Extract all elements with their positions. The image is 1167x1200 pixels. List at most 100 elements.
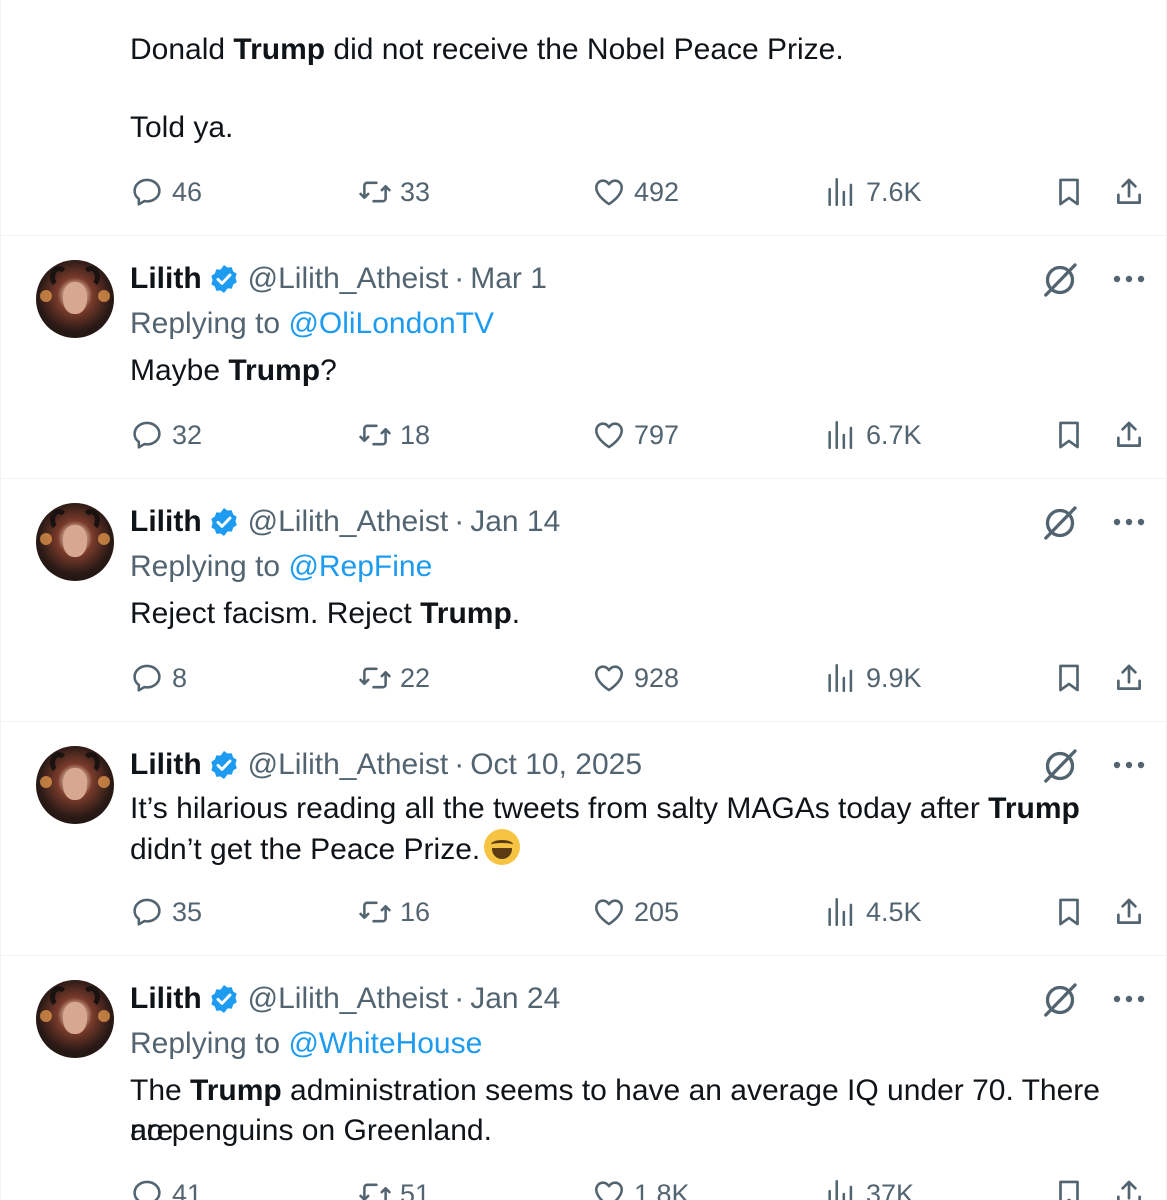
tweet[interactable]: Donald Trump did not receive the Nobel P… (1, 0, 1167, 236)
bookmark-icon (1052, 175, 1086, 209)
views-icon (824, 661, 858, 695)
mention-link[interactable]: @OliLondonTV (288, 307, 494, 340)
reply-icon (130, 661, 164, 695)
grok-icon[interactable] (1040, 980, 1080, 1020)
retweet-icon (358, 1177, 392, 1200)
avatar[interactable] (36, 260, 114, 338)
views-button[interactable]: 7.6K (824, 172, 922, 212)
reply-button[interactable]: 46 (130, 172, 202, 212)
avatar[interactable] (36, 503, 114, 581)
retweet-button[interactable]: 16 (358, 892, 430, 932)
reply-icon (130, 418, 164, 452)
share-button[interactable] (1112, 892, 1154, 932)
views-button[interactable]: 37K (824, 1174, 914, 1200)
bookmark-button[interactable] (1052, 172, 1094, 212)
more-icon[interactable] (1112, 760, 1146, 770)
share-icon (1112, 1177, 1146, 1200)
views-count: 7.6K (866, 176, 922, 207)
retweet-button[interactable]: 51 (358, 1174, 430, 1200)
grok-icon[interactable] (1040, 260, 1080, 300)
like-button[interactable]: 797 (592, 415, 679, 455)
tweet-header: Lilith @Lilith_Atheist · Oct 10, 2025 (130, 747, 642, 783)
tweet[interactable]: Lilith @Lilith_Atheist · Mar 1 Replying … (1, 236, 1167, 479)
views-button[interactable]: 9.9K (824, 658, 922, 698)
reply-icon (130, 1177, 164, 1200)
reply-button[interactable]: 8 (130, 658, 187, 698)
display-name[interactable]: Lilith (130, 262, 202, 296)
more-icon[interactable] (1112, 517, 1146, 527)
grok-icon[interactable] (1040, 503, 1080, 543)
separator: · (454, 982, 465, 1015)
tweet-text: Told ya. (130, 111, 234, 144)
reply-count: 46 (172, 176, 203, 207)
bookmark-button[interactable] (1052, 415, 1094, 455)
verified-badge-icon (208, 983, 240, 1015)
retweet-count: 18 (400, 419, 431, 450)
views-button[interactable]: 6.7K (824, 415, 922, 455)
share-button[interactable] (1112, 172, 1154, 212)
like-button[interactable]: 928 (592, 658, 679, 698)
views-button[interactable]: 4.5K (824, 892, 922, 932)
tweet-date[interactable]: Mar 1 (470, 262, 547, 296)
share-icon (1112, 418, 1146, 452)
more-icon[interactable] (1112, 994, 1146, 1004)
tweet-date[interactable]: Jan 24 (470, 982, 560, 1016)
like-button[interactable]: 205 (592, 892, 679, 932)
grinning-squinting-face-icon (484, 829, 521, 865)
more-icon[interactable] (1112, 274, 1146, 284)
reply-count: 32 (172, 419, 203, 450)
tweet-actions: 32 18 797 6.7K (130, 415, 1160, 455)
display-name[interactable]: Lilith (130, 748, 202, 782)
reply-button[interactable]: 35 (130, 892, 202, 932)
tweet[interactable]: Lilith @Lilith_Atheist · Jan 24 Replying… (1, 956, 1167, 1200)
like-icon (592, 175, 626, 209)
avatar[interactable] (36, 980, 114, 1058)
tweet-text: no penguins on Greenland. (130, 1114, 492, 1147)
tweet-header: Lilith @Lilith_Atheist · Jan 14 (130, 504, 560, 540)
user-handle[interactable]: @Lilith_Atheist (248, 262, 449, 296)
like-button[interactable]: 1.8K (592, 1174, 690, 1200)
share-icon (1112, 895, 1146, 929)
bookmark-button[interactable] (1052, 1174, 1094, 1200)
like-button[interactable]: 492 (592, 172, 679, 212)
separator: · (454, 262, 465, 295)
retweet-button[interactable]: 18 (358, 415, 430, 455)
tweet-date[interactable]: Oct 10, 2025 (470, 748, 642, 782)
reply-button[interactable]: 41 (130, 1174, 202, 1200)
tweet[interactable]: Lilith @Lilith_Atheist · Jan 14 Replying… (1, 479, 1167, 722)
user-handle[interactable]: @Lilith_Atheist (248, 505, 449, 539)
retweet-icon (358, 175, 392, 209)
retweet-button[interactable]: 22 (358, 658, 430, 698)
reply-count: 35 (172, 896, 203, 927)
reply-button[interactable]: 32 (130, 415, 202, 455)
mention-link[interactable]: @RepFine (288, 550, 432, 583)
share-icon (1112, 175, 1146, 209)
retweet-count: 33 (400, 176, 431, 207)
separator: · (454, 505, 465, 538)
user-handle[interactable]: @Lilith_Atheist (248, 982, 449, 1016)
share-button[interactable] (1112, 658, 1154, 698)
avatar[interactable] (36, 746, 114, 824)
share-button[interactable] (1112, 1174, 1154, 1200)
replying-to: Replying to @OliLondonTV (130, 307, 494, 340)
retweet-icon (358, 895, 392, 929)
tweet-date[interactable]: Jan 14 (470, 505, 560, 539)
mention-link[interactable]: @WhiteHouse (288, 1027, 482, 1060)
display-name[interactable]: Lilith (130, 982, 202, 1016)
user-handle[interactable]: @Lilith_Atheist (248, 748, 449, 782)
tweet[interactable]: Lilith @Lilith_Atheist · Oct 10, 2025 It… (1, 722, 1167, 956)
like-icon (592, 895, 626, 929)
display-name[interactable]: Lilith (130, 505, 202, 539)
retweet-icon (358, 418, 392, 452)
bookmark-button[interactable] (1052, 892, 1094, 932)
bookmark-button[interactable] (1052, 658, 1094, 698)
verified-badge-icon (208, 263, 240, 295)
grok-icon[interactable] (1040, 746, 1080, 786)
like-count: 797 (634, 419, 680, 450)
tweet-feed: Donald Trump did not receive the Nobel P… (0, 0, 1167, 1200)
reply-count: 8 (172, 662, 188, 693)
retweet-button[interactable]: 33 (358, 172, 430, 212)
share-button[interactable] (1112, 415, 1154, 455)
bookmark-icon (1052, 661, 1086, 695)
tweet-text: didn’t get the Peace Prize. (130, 829, 1150, 870)
